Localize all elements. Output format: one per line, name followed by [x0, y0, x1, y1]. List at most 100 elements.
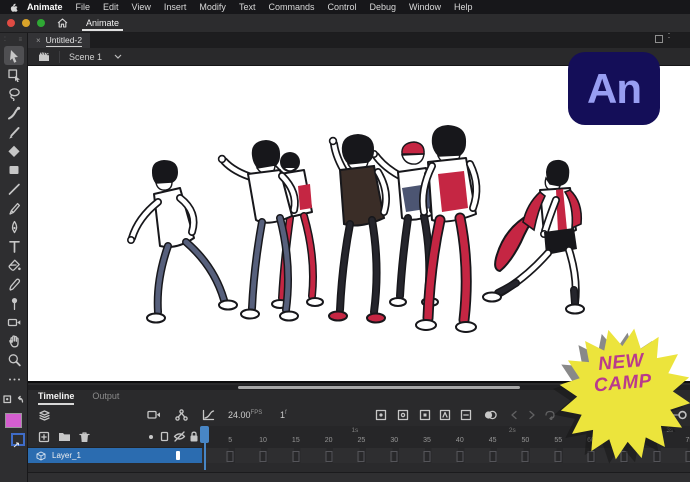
layer-name[interactable]: Layer_1 [52, 451, 81, 460]
text-tool[interactable] [4, 236, 24, 255]
zoom-tool[interactable] [4, 350, 24, 369]
layers-header [28, 426, 202, 448]
dancer-red-jacket [483, 160, 584, 314]
insert-keyframe-icon[interactable] [373, 407, 389, 422]
ruler-number: 10 [259, 437, 267, 444]
new-layer-button[interactable] [36, 429, 52, 444]
frame-cell-marker [391, 451, 398, 462]
playhead-handle[interactable] [200, 426, 209, 443]
ruler-number: 30 [390, 437, 398, 444]
divider [59, 51, 60, 63]
document-title: Untitled-2 [46, 35, 82, 47]
ruler-number: 50 [522, 437, 530, 444]
menu-control[interactable]: Control [327, 2, 356, 12]
ruler-number: 15 [292, 437, 300, 444]
frame-cell-marker [325, 451, 332, 462]
minimize-window-button[interactable] [22, 19, 30, 27]
menu-modify[interactable]: Modify [199, 2, 226, 12]
undo-arrow-icon[interactable] [15, 391, 24, 409]
menu-view[interactable]: View [132, 2, 151, 12]
menu-edit[interactable]: Edit [103, 2, 119, 12]
hide-layers-icon[interactable] [171, 429, 187, 444]
frame-cell-marker [522, 451, 529, 462]
chevron-updown-icon[interactable]: ˆˇ [668, 35, 670, 43]
menu-text[interactable]: Text [239, 2, 256, 12]
show-parenting-icon[interactable] [173, 407, 189, 422]
document-tab-bar: × Untitled-2 [28, 33, 690, 48]
menu-file[interactable]: File [76, 2, 91, 12]
menu-window[interactable]: Window [409, 2, 441, 12]
maximize-window-button[interactable] [37, 19, 45, 27]
home-tab-animate[interactable]: Animate [82, 16, 123, 31]
current-frame-display: 1f [280, 410, 287, 420]
onion-skin-icon[interactable] [482, 407, 498, 422]
asset-warp-tool[interactable] [4, 293, 24, 312]
frame-cell-marker [260, 451, 267, 462]
ruler-second-label: 1s [351, 427, 358, 434]
free-transform-tool[interactable] [4, 65, 24, 84]
timeline-hscrollbar-thumb[interactable] [238, 386, 520, 389]
menu-animate[interactable]: Animate [27, 2, 63, 12]
delete-layer-button[interactable] [76, 429, 92, 444]
step-back-icon[interactable] [506, 407, 522, 422]
adobe-animate-logo: An [568, 52, 660, 125]
hand-tool[interactable] [4, 331, 24, 350]
frame-cell-marker [424, 451, 431, 462]
paint-bucket-tool[interactable] [4, 255, 24, 274]
panel-menu-icon[interactable]: ≡ [18, 37, 23, 43]
outline-view-icon[interactable] [156, 429, 172, 444]
snap-to-objects-icon[interactable] [3, 391, 12, 409]
menu-debug[interactable]: Debug [369, 2, 396, 12]
pencil-tool[interactable] [4, 198, 24, 217]
layer-row-1[interactable]: Layer_1 [28, 448, 202, 463]
camera-tool[interactable] [4, 312, 24, 331]
eraser-tool[interactable] [4, 141, 24, 160]
layer-cube-icon [36, 451, 46, 461]
classic-brush-tool[interactable] [4, 122, 24, 141]
close-window-button[interactable] [7, 19, 15, 27]
timeline-status-strip [28, 472, 690, 482]
line-tool[interactable] [4, 179, 24, 198]
selection-tool[interactable] [4, 46, 24, 65]
close-document-icon[interactable]: × [36, 36, 41, 45]
auto-keyframe-icon[interactable] [437, 407, 453, 422]
fill-color-swatch[interactable] [5, 413, 22, 428]
insert-blank-keyframe-icon[interactable] [395, 407, 411, 422]
menu-help[interactable]: Help [454, 2, 473, 12]
eyedropper-tool[interactable] [4, 274, 24, 293]
tools-panel: ⁚ ≡ [0, 33, 28, 482]
camera-icon[interactable] [146, 407, 162, 422]
fluid-brush-tool[interactable] [4, 103, 24, 122]
frame-cell-marker [456, 451, 463, 462]
insert-frame-icon[interactable] [417, 407, 433, 422]
macos-menubar: Animate File Edit View Insert Modify Text Comma… [0, 0, 690, 14]
scene-name[interactable]: Scene 1 [69, 52, 102, 62]
graph-editor-icon[interactable] [200, 407, 216, 422]
home-icon[interactable] [57, 18, 68, 28]
chevron-down-icon[interactable] [114, 54, 122, 59]
menubar-items: Animate File Edit View Insert Modify Text Comma… [27, 2, 486, 12]
step-forward-icon[interactable] [524, 407, 540, 422]
ruler-number: 40 [456, 437, 464, 444]
ruler-second-label: 2s [509, 427, 516, 434]
workspace-icon[interactable] [655, 35, 663, 43]
more-tools-button[interactable] [4, 369, 24, 388]
ruler-number: 5 [228, 437, 232, 444]
tools-panel-header: ⁚ ≡ [0, 33, 27, 46]
animate-app-window: Animate File Edit View Insert Modify Text Comma… [0, 0, 690, 482]
rectangle-tool[interactable] [4, 160, 24, 179]
stroke-color-swatch[interactable] [11, 433, 25, 446]
pen-tool[interactable] [4, 217, 24, 236]
menu-commands[interactable]: Commands [268, 2, 314, 12]
dancer-leftmost [128, 160, 237, 323]
clapperboard-icon[interactable] [38, 51, 50, 62]
lasso-tool[interactable] [4, 84, 24, 103]
apple-icon[interactable] [9, 2, 19, 12]
menu-insert[interactable]: Insert [164, 2, 187, 12]
remove-frame-icon[interactable] [458, 407, 474, 422]
new-folder-button[interactable] [56, 429, 72, 444]
document-tab[interactable]: × Untitled-2 [28, 33, 90, 48]
fps-display[interactable]: 24.00FPS [228, 410, 262, 420]
frame-cell-marker [358, 451, 365, 462]
stacked-frames-icon[interactable] [36, 407, 52, 422]
